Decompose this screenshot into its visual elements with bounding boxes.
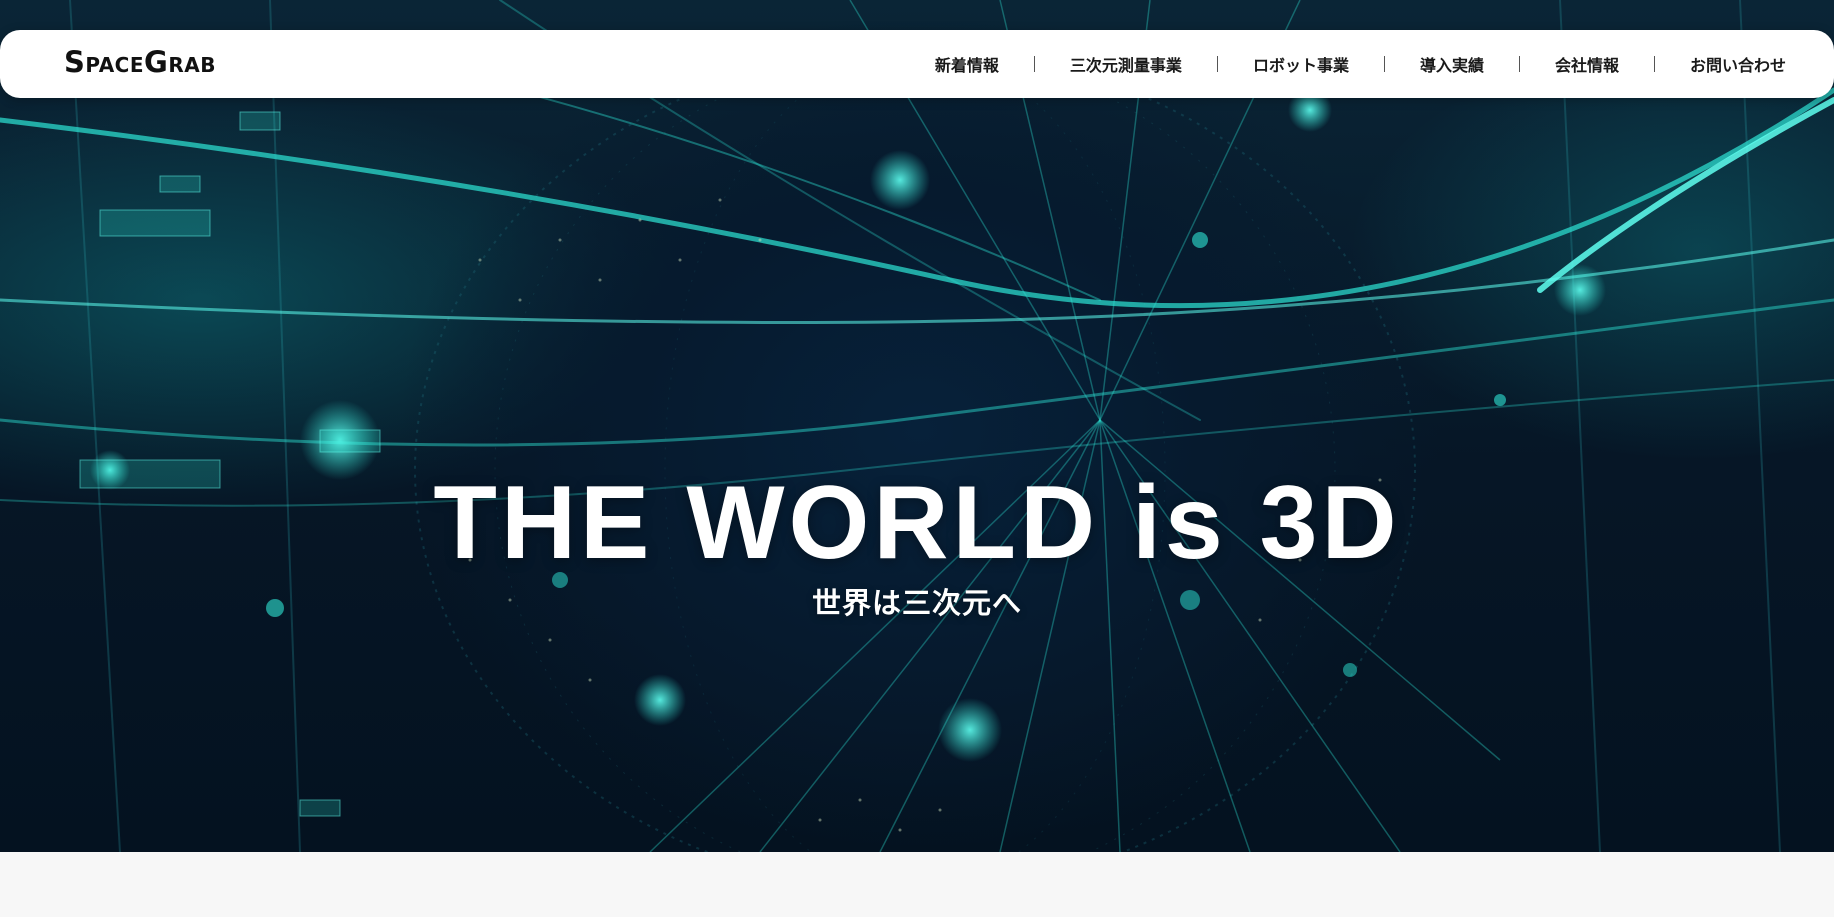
site-header: SpaceGrab 新着情報 三次元測量事業 ロボット事業 導入実績 会社情報: [0, 30, 1834, 98]
page: THE WORLD is 3D 世界は三次元へ SpaceGrab 新着情報 三…: [0, 0, 1834, 917]
digital-globe-background-image: [0, 0, 1834, 852]
nav-link-company[interactable]: 会社情報: [1520, 52, 1654, 76]
nav-item-case-studies: 導入実績: [1385, 52, 1520, 76]
nav-item-3d-surveying: 三次元測量事業: [1035, 52, 1218, 76]
nav-link-robotics[interactable]: ロボット事業: [1218, 52, 1384, 76]
nav-link-contact[interactable]: お問い合わせ: [1655, 52, 1786, 76]
nav-link-case-studies[interactable]: 導入実績: [1385, 52, 1519, 76]
nav-item-company: 会社情報: [1520, 52, 1655, 76]
nav-item-news: 新着情報: [900, 52, 1035, 76]
nav-link-news[interactable]: 新着情報: [900, 52, 1034, 76]
site-logo[interactable]: SpaceGrab: [64, 44, 216, 80]
nav-item-contact: お問い合わせ: [1655, 52, 1786, 76]
hero-headline: THE WORLD is 3D: [433, 464, 1401, 581]
hero-section: THE WORLD is 3D 世界は三次元へ: [0, 0, 1834, 852]
content-section-top: [0, 852, 1834, 917]
nav-link-3d-surveying[interactable]: 三次元測量事業: [1035, 52, 1217, 76]
main-nav: 新着情報 三次元測量事業 ロボット事業 導入実績 会社情報 お問い合わせ: [900, 30, 1786, 98]
hero-subheadline: 世界は三次元へ: [811, 586, 1022, 620]
nav-item-robotics: ロボット事業: [1218, 52, 1385, 76]
